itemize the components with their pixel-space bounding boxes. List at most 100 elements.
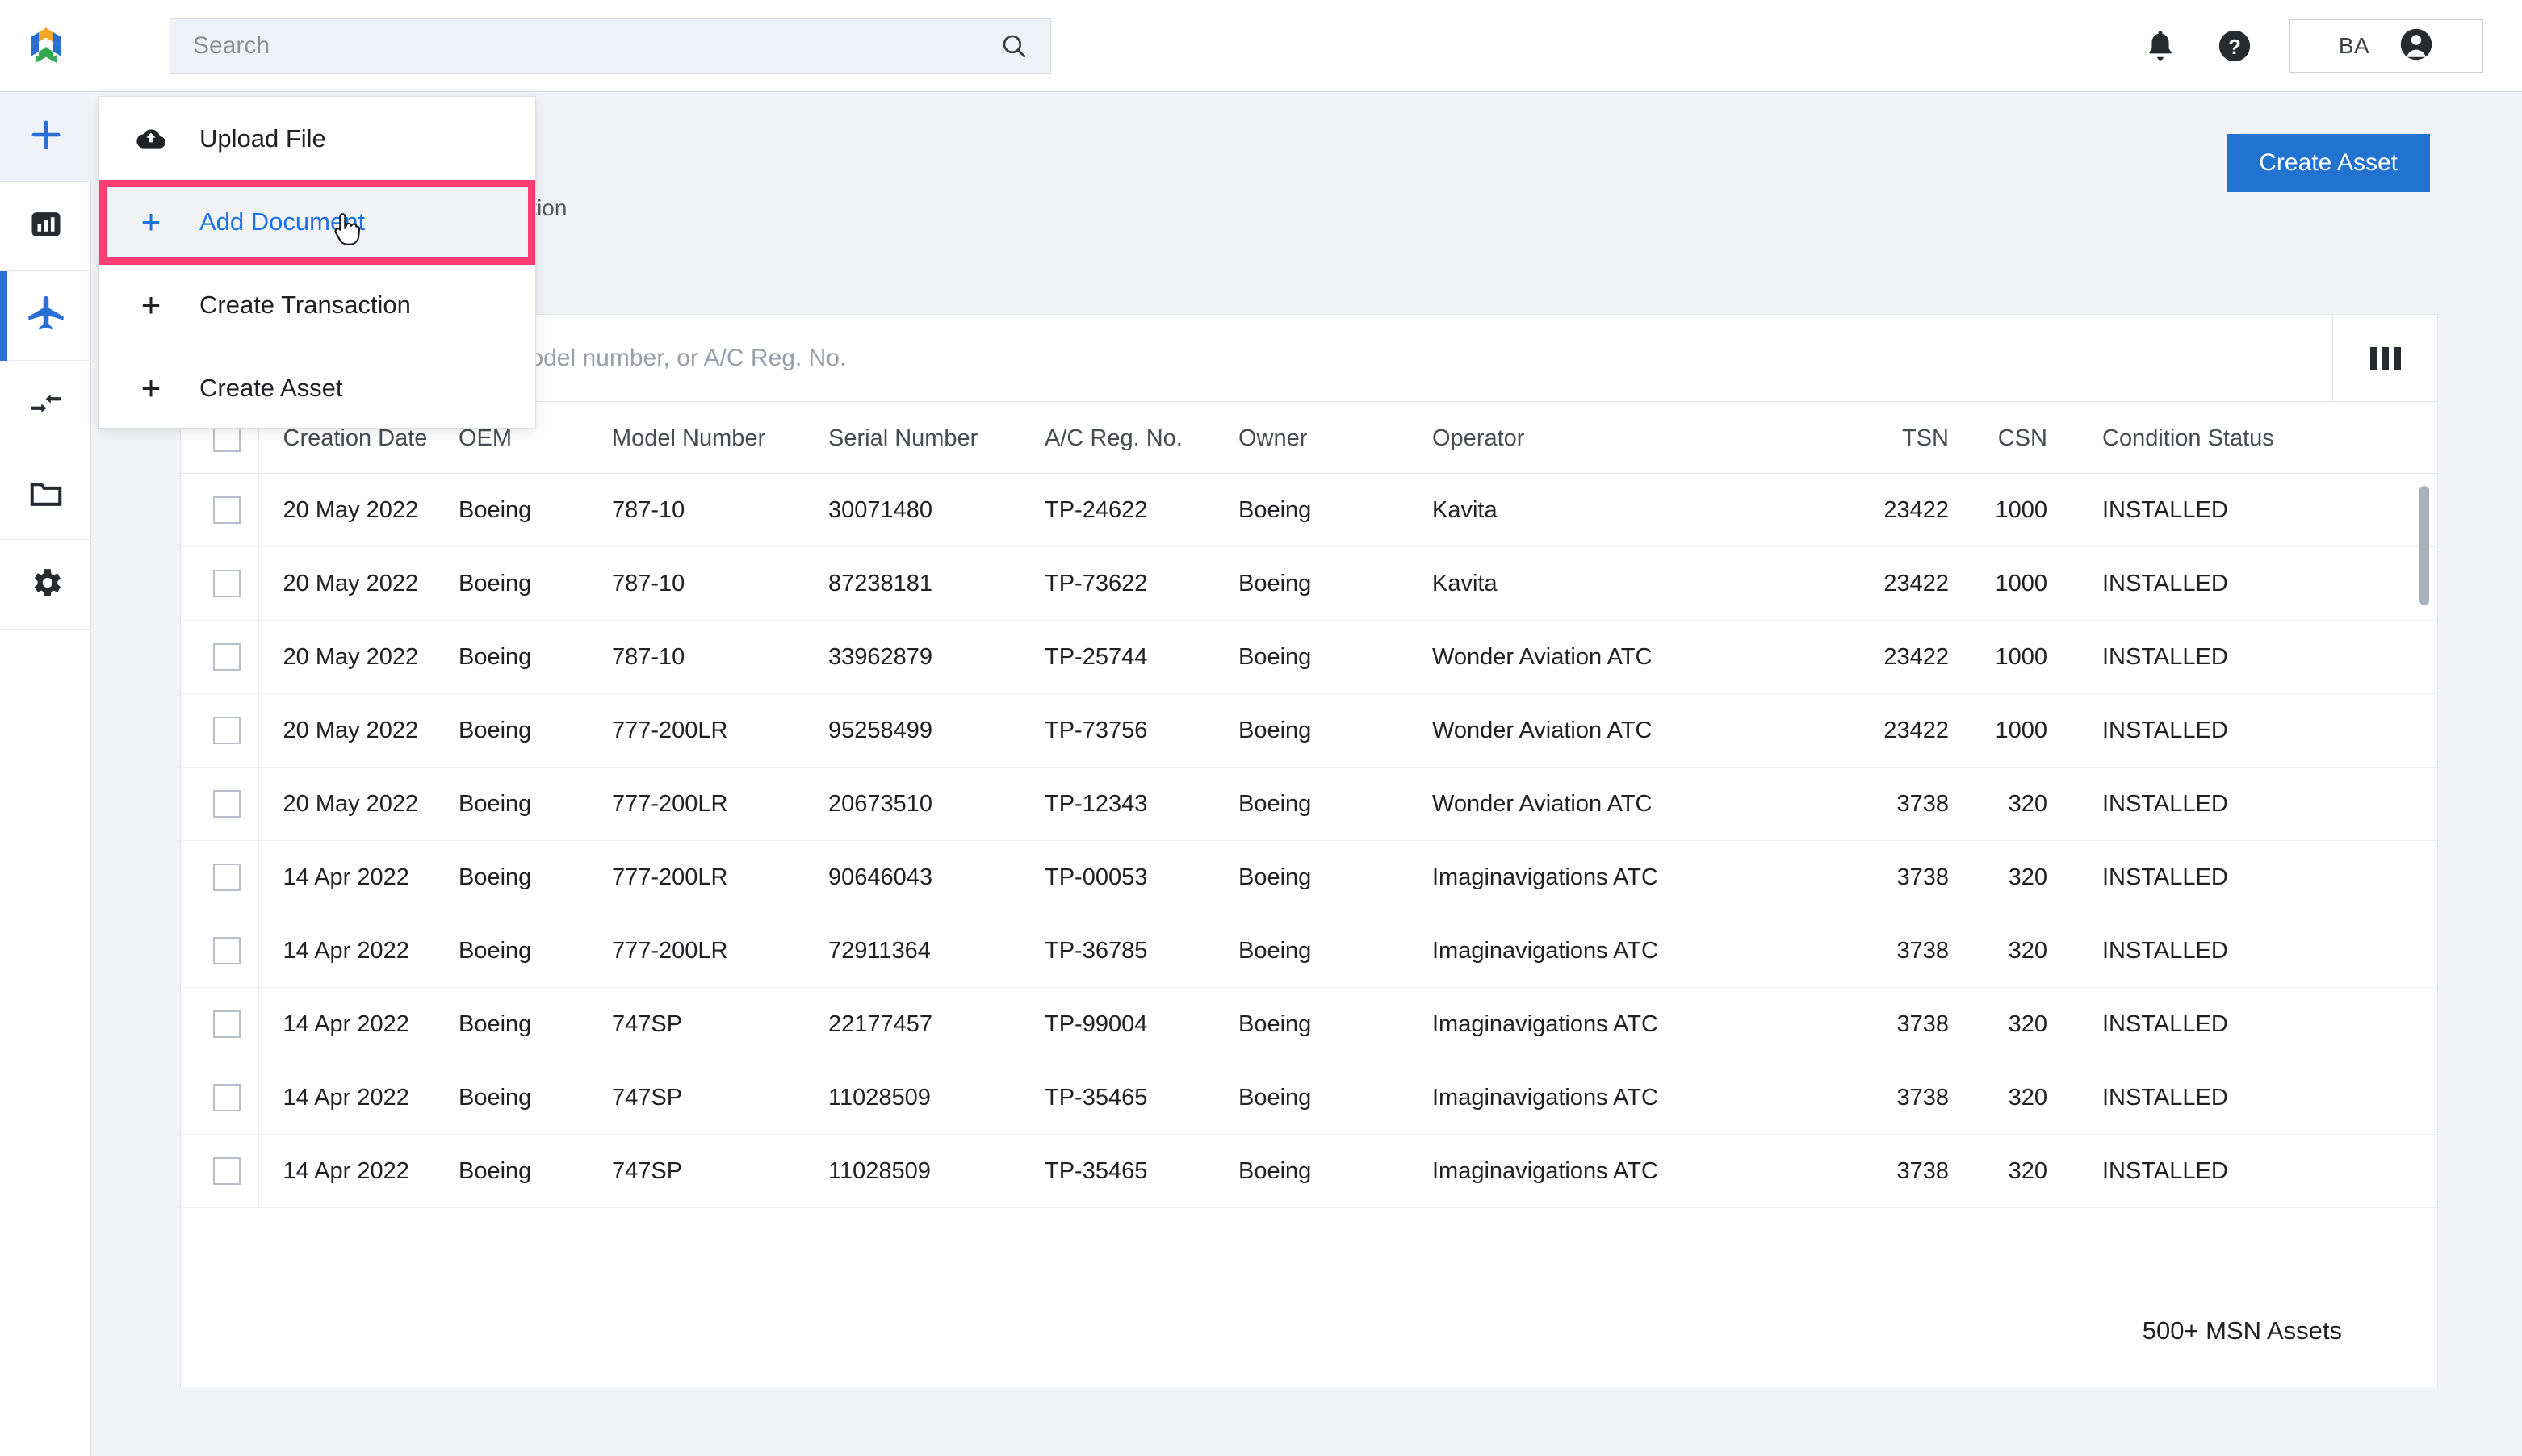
cell-csn: 320 (1949, 840, 2070, 914)
app-root: ? BA (0, 0, 2522, 1456)
cell-condition: INSTALLED (2070, 1134, 2437, 1208)
cell-csn: 320 (1949, 1134, 2070, 1208)
cell-serial: 95258499 (828, 693, 1045, 768)
row-checkbox[interactable] (213, 864, 241, 891)
sidebar-item-settings[interactable] (0, 540, 91, 630)
sidebar-item-documents[interactable] (0, 450, 91, 540)
column-header-ac-reg-no[interactable]: A/C Reg. No. (1045, 402, 1238, 474)
cell-oem: Boeing (459, 840, 612, 914)
cell-owner: Boeing (1238, 914, 1432, 988)
sidebar-item-aircraft[interactable] (0, 271, 91, 361)
table-row[interactable]: 14 Apr 2022 Boeing 747SP 22177457 TP-99004 Bo… (181, 987, 2437, 1061)
cell-serial: 11028509 (828, 1061, 1045, 1135)
table-row[interactable]: 20 May 2022 Boeing 787-10 87238181 TP-73622 B… (181, 546, 2437, 621)
cell-model: 747SP (612, 1134, 828, 1208)
plus-glyph: + (140, 202, 161, 241)
cell-owner: Boeing (1238, 620, 1432, 694)
row-checkbox[interactable] (213, 1010, 241, 1038)
table-row[interactable]: 14 Apr 2022 Boeing 747SP 11028509 TP-35465 Bo… (181, 1061, 2437, 1135)
cell-creation-date: 20 May 2022 (258, 767, 459, 841)
plus-icon: + (135, 202, 167, 241)
row-checkbox[interactable] (213, 717, 241, 744)
column-header-condition-status[interactable]: Condition Status (2070, 402, 2437, 474)
row-select-cell (181, 693, 259, 768)
cell-csn: 320 (1949, 1061, 2070, 1135)
row-select-cell (181, 987, 259, 1061)
row-checkbox[interactable] (213, 496, 241, 524)
transfer-arrows-icon (27, 385, 65, 426)
cell-owner: Boeing (1238, 987, 1432, 1061)
plus-glyph: + (140, 285, 161, 324)
menu-item-add-document[interactable]: + Add Document (99, 180, 535, 263)
cell-condition: INSTALLED (2070, 546, 2437, 621)
cell-creation-date: 14 Apr 2022 (258, 840, 459, 914)
columns-button[interactable] (2332, 315, 2437, 401)
table-vertical-scrollbar[interactable] (2419, 486, 2429, 605)
cell-serial: 33962879 (828, 620, 1045, 694)
search-input[interactable] (193, 31, 1000, 60)
user-menu[interactable]: BA (2289, 19, 2483, 73)
cell-operator: Kavita (1432, 473, 1812, 547)
row-checkbox[interactable] (213, 1157, 241, 1185)
table-row[interactable]: 20 May 2022 Boeing 777-200LR 95258499 TP-737… (181, 693, 2437, 768)
bell-icon[interactable] (2141, 27, 2180, 65)
global-search[interactable] (170, 17, 1051, 74)
column-header-csn[interactable]: CSN (1949, 402, 2070, 474)
table-row[interactable]: 14 Apr 2022 Boeing 777-200LR 72911364 TP-367… (181, 914, 2437, 988)
top-bar: ? BA (0, 0, 2522, 92)
cell-serial: 87238181 (828, 546, 1045, 621)
cell-oem: Boeing (459, 693, 612, 768)
table-row[interactable]: 20 May 2022 Boeing 777-200LR 20673510 TP-123… (181, 767, 2437, 841)
create-asset-button[interactable]: Create Asset (2227, 134, 2430, 192)
column-header-operator[interactable]: Operator (1432, 402, 1812, 474)
menu-item-create-asset[interactable]: + Create Asset (99, 346, 535, 429)
cell-tsn: 3738 (1812, 767, 1949, 841)
cell-csn: 1000 (1949, 693, 2070, 768)
cell-model: 777-200LR (612, 840, 828, 914)
menu-item-create-transaction[interactable]: + Create Transaction (99, 263, 535, 346)
row-select-cell (181, 1134, 259, 1208)
column-header-tsn[interactable]: TSN (1812, 402, 1949, 474)
assets-table: Creation Date OEM Model Number Serial Nu… (181, 402, 2437, 1208)
row-checkbox[interactable] (213, 1084, 241, 1111)
menu-item-upload-file[interactable]: Upload File (99, 97, 535, 180)
cell-creation-date: 20 May 2022 (258, 693, 459, 768)
search-icon[interactable] (1000, 32, 1028, 60)
cell-oem: Boeing (459, 1134, 612, 1208)
cell-reg: TP-12343 (1045, 767, 1238, 841)
cell-tsn: 23422 (1812, 473, 1949, 547)
sidebar-item-dashboard[interactable] (0, 182, 91, 271)
cell-serial: 72911364 (828, 914, 1045, 988)
cell-tsn: 23422 (1812, 620, 1949, 694)
cell-oem: Boeing (459, 620, 612, 694)
cell-oem: Boeing (459, 1061, 612, 1135)
gear-icon (27, 564, 65, 605)
plus-icon: + (135, 370, 167, 405)
row-checkbox[interactable] (213, 937, 241, 964)
cell-oem: Boeing (459, 473, 612, 547)
cell-operator: Kavita (1432, 546, 1812, 621)
cell-reg: TP-35465 (1045, 1061, 1238, 1135)
row-checkbox[interactable] (213, 570, 241, 597)
cell-owner: Boeing (1238, 767, 1432, 841)
row-checkbox[interactable] (213, 643, 241, 671)
column-header-serial-number[interactable]: Serial Number (828, 402, 1045, 474)
row-checkbox[interactable] (213, 790, 241, 818)
sidebar-item-add[interactable] (0, 92, 91, 182)
cell-owner: Boeing (1238, 546, 1432, 621)
column-header-model-number[interactable]: Model Number (612, 402, 828, 474)
cell-owner: Boeing (1238, 1134, 1432, 1208)
help-circle-icon[interactable]: ? (2215, 27, 2254, 65)
cell-tsn: 23422 (1812, 693, 1949, 768)
table-row[interactable]: 20 May 2022 Boeing 787-10 30071480 TP-24622 B… (181, 473, 2437, 547)
column-header-owner[interactable]: Owner (1238, 402, 1432, 474)
table-row[interactable]: 14 Apr 2022 Boeing 777-200LR 90646043 TP-000… (181, 840, 2437, 914)
table-row[interactable]: 20 May 2022 Boeing 787-10 33962879 TP-25744 B… (181, 620, 2437, 694)
sidebar-item-transactions[interactable] (0, 361, 91, 450)
table-row[interactable]: 14 Apr 2022 Boeing 747SP 11028509 TP-35465 Bo… (181, 1134, 2437, 1208)
cell-reg: TP-35465 (1045, 1134, 1238, 1208)
svg-text:?: ? (2228, 36, 2241, 59)
logo-container[interactable] (0, 0, 92, 92)
cell-csn: 320 (1949, 987, 2070, 1061)
cell-operator: Imaginavigations ATC (1432, 987, 1812, 1061)
